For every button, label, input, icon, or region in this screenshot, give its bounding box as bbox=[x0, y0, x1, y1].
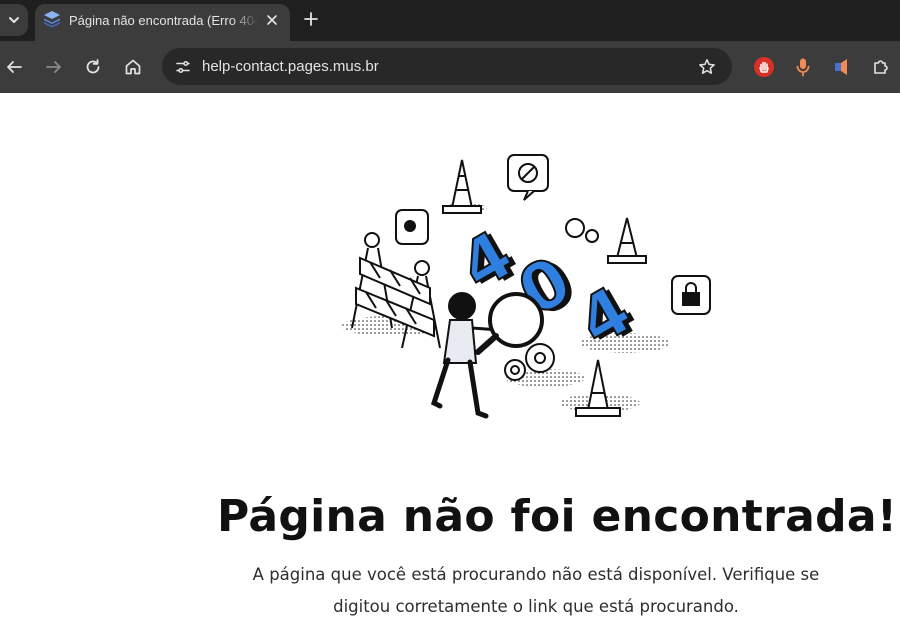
forward-button[interactable] bbox=[40, 53, 68, 81]
chevron-down-icon bbox=[9, 17, 19, 23]
extension-blocker[interactable] bbox=[750, 53, 778, 81]
address-bar[interactable]: help-contact.pages.mus.br bbox=[162, 48, 732, 85]
new-tab-button[interactable] bbox=[298, 6, 324, 32]
page-description: A página que você está procurando não es… bbox=[252, 565, 820, 616]
forward-arrow-icon bbox=[46, 61, 61, 73]
tune-icon bbox=[176, 60, 190, 74]
extensions-button[interactable] bbox=[867, 53, 895, 81]
reload-button[interactable] bbox=[79, 53, 107, 81]
home-icon bbox=[125, 59, 141, 75]
back-arrow-icon bbox=[7, 61, 22, 73]
close-icon bbox=[267, 15, 277, 25]
lock-bubble bbox=[671, 275, 711, 315]
puzzle-icon bbox=[874, 60, 888, 74]
traffic-cone-1 bbox=[442, 159, 482, 214]
tab-close-button[interactable] bbox=[262, 10, 282, 30]
traffic-cone-3 bbox=[575, 359, 621, 417]
tab-strip: Página não encontrada (Erro 404) bbox=[0, 0, 900, 41]
tab-title: Página não encontrada (Erro 404) bbox=[69, 13, 259, 28]
traffic-cone-2 bbox=[607, 217, 647, 264]
extension-voice[interactable] bbox=[789, 53, 817, 81]
browser-tab[interactable]: Página não encontrada (Erro 404) bbox=[35, 4, 290, 41]
site-info-button[interactable] bbox=[170, 54, 196, 80]
gear-bubble bbox=[395, 209, 429, 245]
stop-hand-icon bbox=[754, 57, 774, 77]
star-icon bbox=[699, 59, 715, 74]
mute-speaker-icon bbox=[835, 59, 847, 75]
page-content: 4 4 0 0 4 4 Página não foi encontrada! A… bbox=[0, 93, 900, 635]
microphone-icon bbox=[796, 58, 810, 77]
back-button[interactable] bbox=[0, 53, 28, 81]
plus-icon bbox=[304, 12, 318, 26]
layers-icon bbox=[44, 11, 60, 28]
home-button[interactable] bbox=[119, 53, 147, 81]
bookmark-button[interactable] bbox=[694, 54, 720, 80]
404-text: 4 4 0 0 4 4 bbox=[446, 215, 649, 363]
extension-audio[interactable] bbox=[829, 53, 857, 81]
page-title: Página não foi encontrada! bbox=[217, 491, 898, 542]
tab-search-button[interactable] bbox=[0, 4, 28, 36]
404-illustration: 4 4 0 0 4 4 bbox=[342, 154, 711, 419]
reload-icon bbox=[86, 59, 100, 74]
url-text[interactable]: help-contact.pages.mus.br bbox=[202, 58, 379, 76]
block-bubble bbox=[507, 154, 549, 201]
browser-toolbar: help-contact.pages.mus.br bbox=[0, 41, 900, 93]
